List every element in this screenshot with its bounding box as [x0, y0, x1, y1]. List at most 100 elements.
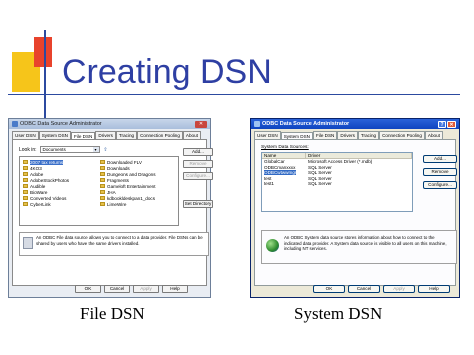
list-item-label: 4KO3 [30, 165, 42, 171]
caption-file-dsn: File DSN [80, 304, 145, 323]
cell-name: test1 [262, 181, 306, 187]
folder-icon [100, 166, 105, 170]
list-item-label: LimeWire [107, 201, 127, 207]
tab-drivers[interactable]: Drivers [337, 131, 358, 139]
info-text: An ODBC File data source allows you to c… [36, 235, 203, 246]
folder-icon [23, 202, 28, 206]
list-item[interactable]: kdbookldeskpan1_docs [100, 195, 156, 201]
cell-name-text: test [264, 175, 272, 181]
decoration-horizontal-line [8, 94, 460, 95]
folder-icon [23, 172, 28, 176]
look-in-value: Documents [42, 147, 66, 152]
tab-about[interactable]: About [182, 131, 201, 139]
tab-file-dsn[interactable]: File DSN [312, 131, 338, 139]
cell-name-text: test1 [264, 181, 274, 186]
column-header-driver[interactable]: Driver [306, 153, 412, 158]
folder-icon [100, 184, 105, 188]
help-icon[interactable]: ? [438, 120, 446, 128]
cell-name-text: GlobalCar [264, 159, 285, 164]
decoration-red-square [34, 37, 52, 67]
cancel-button[interactable]: Cancel [348, 285, 380, 293]
data-source-icon [23, 237, 33, 249]
list-item-label: Fragments [107, 177, 129, 183]
list-item[interactable]: Gameloft Entertainment [100, 183, 156, 189]
configure-button[interactable]: Configure... [423, 181, 457, 189]
info-box: An ODBC File data source allows you to c… [19, 232, 209, 256]
list-item[interactable]: 2007 tax returns [23, 159, 69, 165]
list-item-label: Dungeons and Dragons [107, 171, 156, 177]
file-list-column-1: 2007 tax returns 4KO3 Adobe AdobeStockPhoto… [23, 159, 69, 207]
tab-strip: User DSN System DSN File DSN Drivers Tracing… [9, 129, 210, 140]
tab-user-dsn[interactable]: User DSN [254, 131, 281, 139]
tab-tracing[interactable]: Tracing [357, 131, 380, 139]
tab-strip: User DSN System DSN File DSN Drivers Tracing… [251, 129, 459, 140]
dialog-buttons: OK Cancel Apply Help [75, 285, 188, 293]
folder-icon [23, 160, 28, 164]
help-button[interactable]: Help [418, 285, 450, 293]
apply-button[interactable]: Apply [383, 285, 415, 293]
tab-system-dsn[interactable]: System DSN [38, 131, 71, 139]
apply-button[interactable]: Apply [133, 285, 159, 293]
cell-name-text: ODBCmanxxxx [264, 164, 296, 170]
table-row[interactable]: test1 SQL Server [262, 181, 412, 187]
system-dsn-dialog: ODBC Data Source Administrator ? ✕ User … [250, 118, 460, 298]
info-text: An ODBC System data source stores inform… [284, 235, 447, 251]
help-button[interactable]: Help [162, 285, 188, 293]
close-button[interactable]: ✕ [195, 120, 207, 128]
folder-icon [100, 172, 105, 176]
folder-icon [23, 190, 28, 194]
list-item[interactable]: Dungeons and Dragons [100, 171, 156, 177]
ok-button[interactable]: OK [313, 285, 345, 293]
tab-drivers[interactable]: Drivers [95, 131, 116, 139]
column-header-name[interactable]: Name [262, 153, 306, 158]
system-dsn-table[interactable]: Name Driver GlobalCar Microsoft Access Dr… [261, 152, 413, 212]
remove-button[interactable]: Remove [183, 160, 213, 168]
caption-system-dsn: System DSN [294, 304, 383, 323]
list-item-label: 2007 tax returns [30, 159, 64, 165]
dialog-title: ODBC Data Source Administrator [262, 121, 350, 127]
folder-up-icon[interactable]: ⇧ [103, 147, 109, 153]
tab-panel-file-dsn: Look in: Documents ▾ ⇧ 2007 tax returns 4… [12, 139, 213, 286]
file-list[interactable]: 2007 tax returns 4KO3 Adobe AdobeStockPhoto… [19, 156, 179, 226]
cell-driver: SQL Server [308, 181, 332, 186]
add-button[interactable]: Add... [423, 155, 457, 163]
folder-icon [23, 196, 28, 200]
set-directory-button[interactable]: Set Directory [183, 200, 213, 208]
tab-tracing[interactable]: Tracing [115, 131, 138, 139]
configure-button[interactable]: Configure... [183, 172, 213, 180]
system-data-sources-label: System Data Sources: [261, 145, 309, 150]
close-button[interactable]: ✕ [447, 120, 456, 128]
file-list-column-2: Downloaded FLV Downloads Dungeons and Drag… [100, 159, 156, 207]
odbc-app-icon [254, 121, 260, 127]
add-button[interactable]: Add... [183, 148, 213, 156]
list-item[interactable]: CyberLink [23, 201, 69, 207]
tab-user-dsn[interactable]: User DSN [12, 131, 39, 139]
cancel-button[interactable]: Cancel [104, 285, 130, 293]
tab-panel-system-dsn: System Data Sources: Name Driver GlobalC… [254, 139, 457, 286]
dialog-titlebar: ODBC Data Source Administrator ? ✕ [251, 119, 459, 129]
list-item-label: Adobe [30, 171, 44, 177]
list-item-label: Converted Videos [30, 195, 67, 201]
dialog-title: ODBC Data Source Administrator [20, 121, 102, 127]
folder-icon [100, 178, 105, 182]
list-item[interactable]: AdobeStockPhotos [23, 177, 69, 183]
tab-connection-pooling[interactable]: Connection Pooling [379, 131, 425, 139]
tab-connection-pooling[interactable]: Connection Pooling [137, 131, 183, 139]
list-item-label: kdbookldeskpan1_docs [107, 195, 156, 201]
list-item-label: CyberLink [30, 201, 51, 207]
folder-icon [23, 166, 28, 170]
ok-button[interactable]: OK [75, 285, 101, 293]
list-item-label: Audible [30, 183, 46, 189]
folder-icon [100, 202, 105, 206]
list-item-label: Downloaded FLV [107, 159, 142, 165]
look-in-label: Look in: [19, 146, 37, 153]
dialog-buttons: OK Cancel Apply Help [313, 285, 450, 293]
file-dsn-dialog: ODBC Data Source Administrator ✕ User DS… [8, 118, 213, 298]
list-item[interactable]: Converted Videos [23, 195, 69, 201]
look-in-dropdown[interactable]: Documents ▾ [39, 146, 100, 153]
remove-button[interactable]: Remove [423, 168, 457, 176]
tab-about[interactable]: About [424, 131, 443, 139]
list-item[interactable]: LimeWire [100, 201, 156, 207]
folder-icon [23, 184, 28, 188]
folder-icon [100, 160, 105, 164]
